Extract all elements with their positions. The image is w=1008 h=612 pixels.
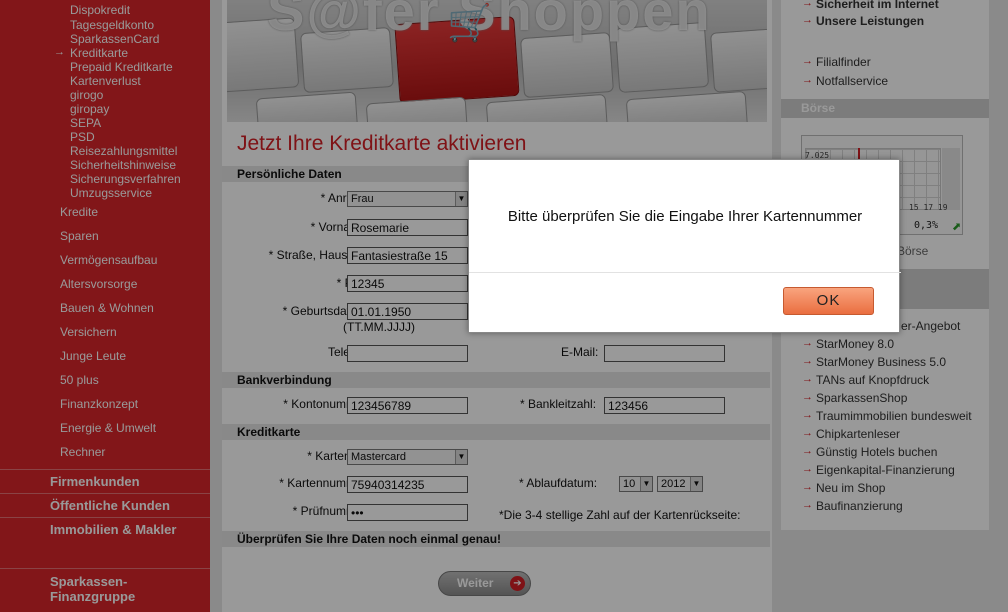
alert-dialog: Bitte überprüfen Sie die Eingabe Ihrer K…: [468, 159, 901, 333]
dialog-message: Bitte überprüfen Sie die Eingabe Ihrer K…: [469, 160, 901, 273]
ok-button[interactable]: OK: [783, 287, 874, 315]
